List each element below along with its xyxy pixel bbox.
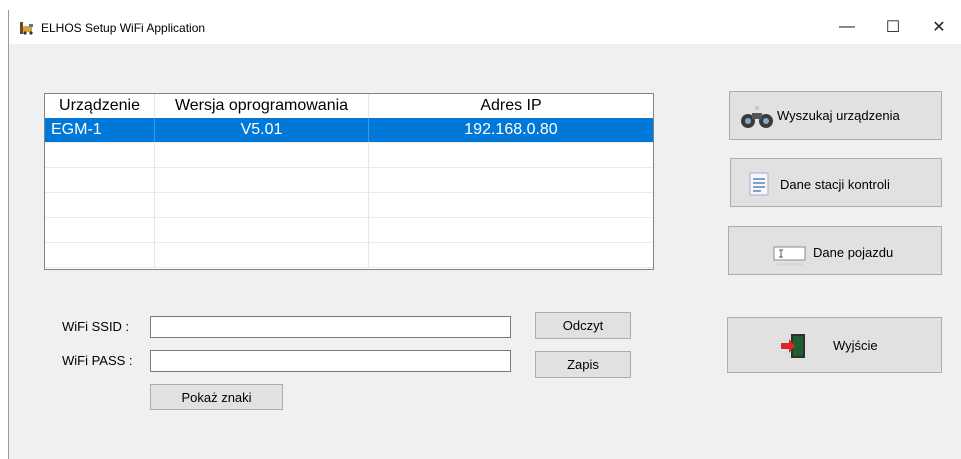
column-header-ip[interactable]: Adres IP [369, 94, 653, 118]
write-button[interactable]: Zapis [535, 351, 631, 378]
devices-table[interactable]: Urządzenie Wersja oprogramowania Adres I… [44, 93, 654, 270]
application-window: ELHOS Setup WiFi Application — ☐ ✕ Urząd… [8, 10, 961, 459]
maximize-icon: ☐ [885, 19, 901, 36]
station-data-label: Dane stacji kontroli [780, 177, 890, 192]
read-button[interactable]: Odczyt [535, 312, 631, 339]
empty-cell [155, 218, 369, 242]
search-devices-button[interactable]: Wyszukaj urządzenia [729, 91, 942, 140]
window-title: ELHOS Setup WiFi Application [41, 21, 206, 35]
empty-cell [45, 168, 155, 192]
vehicle-data-label: Dane pojazdu [813, 245, 894, 260]
empty-cell [45, 193, 155, 217]
cell-firmware: V5.01 [155, 118, 369, 142]
show-characters-button[interactable]: Pokaż znaki [150, 384, 283, 410]
exit-button[interactable]: Wyjście [727, 317, 942, 373]
exit-door-icon [781, 334, 805, 358]
table-row-empty [45, 193, 653, 218]
table-row-empty [45, 168, 653, 193]
cell-device: EGM-1 [45, 118, 155, 142]
table-row-empty [45, 143, 653, 168]
minimize-button[interactable]: — [824, 10, 870, 44]
title-bar[interactable]: ELHOS Setup WiFi Application — ☐ ✕ [9, 10, 961, 44]
empty-cell [155, 243, 369, 267]
empty-cell [45, 218, 155, 242]
vehicle-data-button[interactable]: Dane pojazdu [728, 226, 942, 275]
maximize-button[interactable]: ☐ [870, 10, 916, 44]
ssid-input[interactable] [150, 316, 511, 338]
cell-ip: 192.168.0.80 [464, 121, 558, 138]
empty-cell [45, 243, 155, 267]
app-icon [20, 22, 33, 35]
empty-cell [155, 168, 369, 192]
empty-cell [45, 143, 155, 167]
document-icon [749, 172, 769, 196]
minimize-icon: — [839, 18, 855, 35]
ssid-label: WiFi SSID : [62, 319, 130, 334]
close-icon: ✕ [932, 19, 946, 36]
pass-label: WiFi PASS : [62, 353, 133, 368]
table-row-empty [45, 218, 653, 243]
search-devices-label: Wyszukaj urządzenia [777, 108, 900, 123]
textbox-icon [773, 246, 806, 266]
station-data-button[interactable]: Dane stacji kontroli [730, 158, 942, 207]
column-header-device[interactable]: Urządzenie [45, 94, 155, 118]
exit-label: Wyjście [833, 338, 878, 353]
empty-cell [155, 143, 369, 167]
binoculars-icon [741, 106, 773, 128]
table-row-empty [45, 243, 653, 268]
table-row[interactable]: EGM-1 V5.01 192.168.0.80 [45, 118, 653, 143]
password-input[interactable] [150, 350, 511, 372]
empty-cell [155, 193, 369, 217]
column-header-firmware[interactable]: Wersja oprogramowania [155, 94, 369, 118]
close-button[interactable]: ✕ [916, 10, 961, 44]
